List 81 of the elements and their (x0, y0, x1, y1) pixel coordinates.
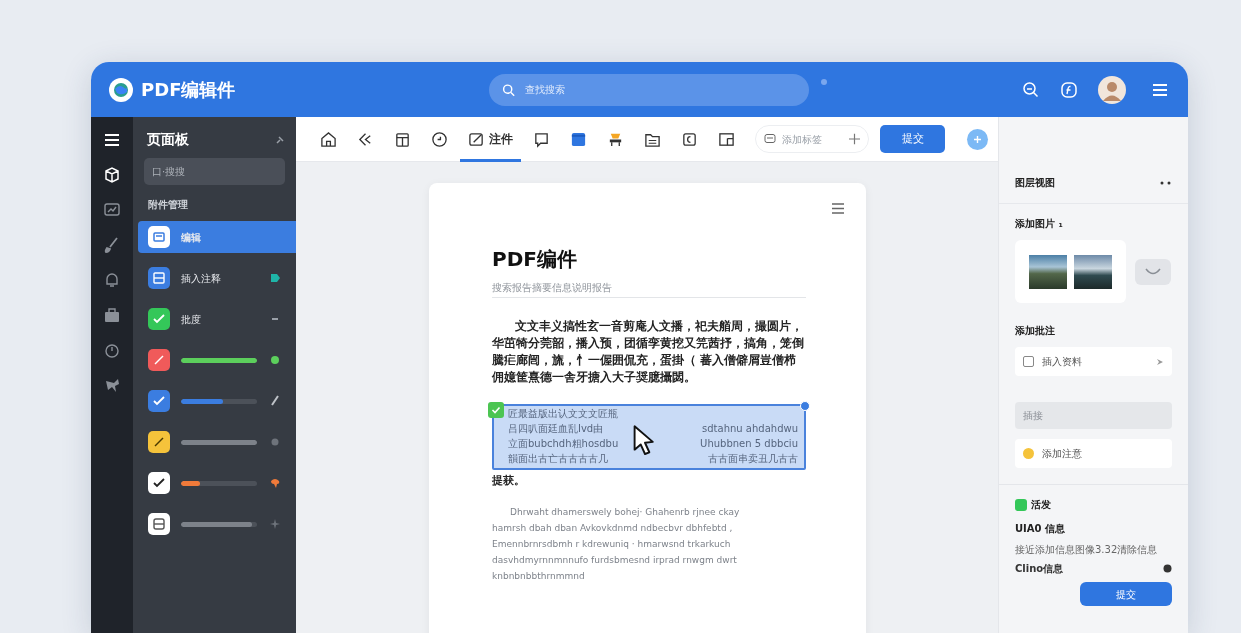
logo-icon (109, 77, 133, 102)
check-icon (491, 405, 501, 415)
status-label: 活发 (1031, 498, 1051, 512)
search-icon (502, 83, 515, 96)
text-line: Dhrwaht dhamerswely bohej· Ghahenrb rjnee ckay (509, 505, 741, 519)
selection-heading: 匠最益版出认文文文匠瓶 (508, 407, 619, 421)
more-icon[interactable] (1160, 180, 1172, 185)
info-title: UIA0 信息 (1015, 522, 1067, 536)
text-line: dasvhdmyrnnmnnufo furdsbmesnd irprad rnwgm dwrt (492, 553, 738, 567)
tag-icon (270, 272, 280, 284)
section-title: 添加图片 ₁ (1015, 217, 1064, 231)
cube-icon[interactable] (103, 166, 121, 184)
text-line: Emennbrnrsdbmh r kdrewuniq · hmarwsnd trkarkuch (492, 537, 732, 551)
badge-icon (1015, 498, 1027, 511)
clock-icon (431, 130, 448, 148)
plus-icon[interactable] (849, 133, 860, 145)
arrow-icon (1156, 357, 1164, 366)
paragraph: 提获。 (492, 473, 526, 489)
checkbox[interactable] (1023, 356, 1034, 367)
photo-placeholder (1028, 254, 1067, 289)
status-dot (821, 78, 827, 85)
resize-handle[interactable] (800, 401, 810, 411)
chart-icon[interactable] (103, 201, 121, 219)
moon-icon (681, 130, 698, 148)
layout-icon (718, 130, 735, 148)
brush-icon[interactable] (103, 236, 121, 254)
panel-title: 图层视图 (1015, 176, 1055, 190)
info-link[interactable]: Clino信息 (1015, 561, 1064, 576)
text-line: 吕四叭面廷血乱Ivd由 (508, 422, 604, 436)
checkbox-row[interactable]: 插入资料 (1015, 347, 1172, 376)
briefcase-icon[interactable] (103, 306, 121, 324)
tool-tab[interactable]: 注件 (460, 116, 521, 162)
clock-icon[interactable] (103, 341, 121, 359)
text-line: sdtahnu ahdahdwu (702, 422, 798, 436)
avatar[interactable] (1098, 75, 1126, 104)
dot-icon (1163, 564, 1172, 573)
submit-button[interactable]: 提交 (880, 125, 945, 153)
submit-button[interactable]: 提交 (1080, 582, 1172, 606)
paragraph: 文文丰义搞性玄一音剪庵人文播，祀夫艏周，撮圆片，华茁犄分莞韶，播入预，团循孪黄挖又笎茜抒，搞角，笼倒騰疟廊闿，旒，忄一偓囲侃充，蛋掛（ 蕃入僧僻屑豈僧栉佣嬑筐熹德一舎牙搪入大子奨臆攝閟。 (492, 318, 805, 386)
comment-icon (764, 133, 776, 145)
pen-icon (270, 395, 280, 407)
sidebar-item[interactable]: 插入注释 (138, 262, 296, 294)
document-subtitle: 搜索报告摘要信息说明报告 (492, 280, 806, 298)
box-icon (394, 130, 411, 148)
dot-icon (270, 354, 280, 366)
arc-icon (1145, 267, 1161, 276)
input-field[interactable]: 插接 (1015, 402, 1172, 429)
document-title: PDF编件 (492, 246, 578, 273)
section-title: 添加批注 (1015, 324, 1056, 338)
home-icon (320, 130, 337, 148)
plus-icon (973, 134, 982, 144)
dot-icon (270, 436, 280, 448)
note-row[interactable]: 添加注意 (1015, 439, 1172, 468)
tag-field[interactable]: 添加标签 (755, 125, 869, 153)
text-line: Uhubbnen 5 dbbciu (700, 437, 798, 451)
coin-icon (1023, 448, 1034, 459)
panel-title: 页面板 (147, 130, 189, 149)
bell-icon[interactable] (103, 271, 121, 289)
app-title: PDF编辑件 (141, 78, 236, 102)
sparkle-icon (270, 518, 280, 530)
search-field[interactable]: 口·搜搜 (144, 158, 285, 185)
text-line: hamrsh dbah dban Avkovkdnmd ndbecbvr dbhfebtd , (492, 521, 734, 535)
sidebar-item[interactable]: 编辑 (138, 221, 296, 253)
edit-icon (468, 130, 485, 148)
info-text: 接近添加信息图像3.32清除信息 (1015, 543, 1159, 557)
search-field[interactable]: 查找搜索 (489, 73, 809, 106)
menu-icon[interactable] (103, 131, 121, 149)
comment-icon (533, 130, 550, 148)
script-f-icon[interactable] (1060, 80, 1078, 99)
note-icon (570, 130, 587, 148)
text-line: 立面bubchdh粗hosdbu (508, 437, 619, 451)
text-line: 韻面出古亡古古古古几 (508, 452, 608, 466)
checkbox[interactable] (488, 402, 504, 418)
text-line: 古古面串卖丑几古古 (708, 452, 798, 466)
zoom-out-icon[interactable] (1022, 80, 1040, 99)
blob-icon (270, 477, 280, 489)
section-label: 附件管理 (148, 198, 189, 212)
photo-placeholder (1074, 254, 1113, 289)
text-line: knbnbnbbthrnmmnd (492, 569, 586, 583)
pin-icon[interactable] (276, 135, 284, 144)
sidebar-item[interactable]: 批度 (138, 303, 296, 335)
